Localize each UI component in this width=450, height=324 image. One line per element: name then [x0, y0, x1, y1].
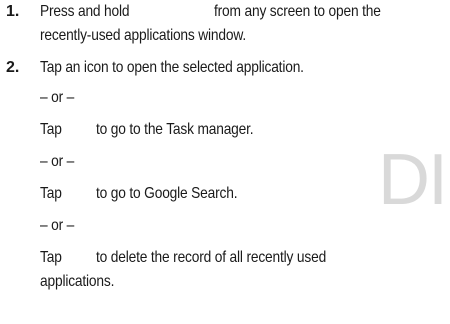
watermark: DI	[378, 140, 448, 220]
step-1-text-end: from any screen to open the	[214, 3, 381, 20]
google-search-description: to go to Google Search.	[96, 185, 238, 202]
or-separator-2: – or –	[40, 153, 75, 170]
step-1-text-start: Press and hold	[40, 3, 130, 20]
step-1-text-line2: recently-used applications window.	[40, 27, 247, 44]
delete-records-description: to delete the record of all recently use…	[96, 249, 327, 266]
task-manager-description: to go to the Task manager.	[96, 121, 254, 138]
step-2-number: 2.	[6, 59, 20, 76]
google-search-tap-label: Tap	[40, 185, 62, 202]
delete-records-description-line2: applications.	[40, 273, 115, 290]
step-2-text-line1: Tap an icon to open the selected applica…	[40, 59, 304, 76]
or-separator-1: – or –	[40, 89, 75, 106]
or-separator-3: – or –	[40, 217, 75, 234]
task-manager-tap-label: Tap	[40, 121, 62, 138]
delete-records-tap-label: Tap	[40, 249, 62, 266]
step-1-number: 1.	[6, 3, 20, 20]
